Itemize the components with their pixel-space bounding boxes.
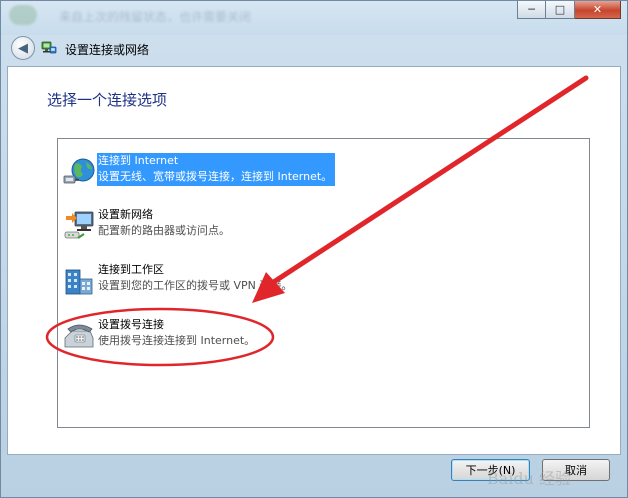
- option-description: 设置无线、宽带或拨号连接，连接到 Internet。: [98, 170, 333, 183]
- dialog-window: 来自上次的残留状态，也许需要关闭 ─ □ ✕ ◀ 设置连接或网络 选择一个连接选…: [0, 0, 628, 498]
- dialog-title: 设置连接或网络: [65, 43, 150, 57]
- option-description: 配置新的路由器或访问点。: [98, 224, 230, 237]
- option-setup-dialup[interactable]: 设置拨号连接 使用拨号连接连接到 Internet。: [58, 314, 589, 358]
- option-title: 设置新网络: [98, 208, 153, 221]
- router-network-icon: [64, 211, 94, 239]
- page-heading: 选择一个连接选项: [47, 91, 168, 109]
- blurred-title-text: 来自上次的残留状态，也许需要关闭: [59, 10, 252, 24]
- option-text: 连接到 Internet 设置无线、宽带或拨号连接，连接到 Internet。: [97, 153, 336, 186]
- back-button[interactable]: ◀: [11, 36, 35, 60]
- navigation-bar: ◀ 设置连接或网络: [7, 35, 621, 61]
- network-setup-icon: [41, 41, 57, 54]
- blurred-app-icon: [9, 5, 37, 25]
- option-text: 设置拨号连接 使用拨号连接连接到 Internet。: [98, 317, 255, 349]
- close-icon: ✕: [592, 3, 603, 16]
- option-new-network[interactable]: 设置新网络 配置新的路由器或访问点。: [58, 204, 589, 248]
- watermark: Baidu 经验: [487, 469, 572, 488]
- maximize-icon: □: [554, 3, 566, 16]
- option-title: 设置拨号连接: [98, 318, 164, 331]
- back-arrow-icon: ◀: [18, 40, 28, 56]
- maximize-button[interactable]: □: [546, 1, 575, 19]
- globe-network-icon: [63, 158, 95, 184]
- option-description: 使用拨号连接连接到 Internet。: [98, 334, 256, 347]
- close-button[interactable]: ✕: [575, 1, 621, 19]
- minimize-icon: ─: [528, 3, 535, 16]
- option-title: 连接到工作区: [98, 263, 164, 276]
- option-connect-internet[interactable]: 连接到 Internet 设置无线、宽带或拨号连接，连接到 Internet。: [58, 150, 589, 194]
- option-connect-workplace[interactable]: 连接到工作区 设置到您的工作区的拨号或 VPN 连接。: [58, 259, 589, 303]
- title-bar[interactable]: 来自上次的残留状态，也许需要关闭 ─ □ ✕: [1, 1, 627, 35]
- option-text: 连接到工作区 设置到您的工作区的拨号或 VPN 连接。: [98, 262, 292, 294]
- dialup-phone-icon: [64, 324, 94, 348]
- option-title: 连接到 Internet: [98, 154, 179, 167]
- workplace-building-icon: [65, 269, 93, 295]
- connection-option-list[interactable]: 连接到 Internet 设置无线、宽带或拨号连接，连接到 Internet。: [57, 138, 590, 428]
- window-controls: ─ □ ✕: [517, 1, 621, 19]
- content-area: 选择一个连接选项 连接到 Internet 设置无线、宽带或拨号连接，连接到 I…: [7, 66, 621, 455]
- option-text: 设置新网络 配置新的路由器或访问点。: [98, 207, 230, 239]
- option-description: 设置到您的工作区的拨号或 VPN 连接。: [98, 279, 293, 292]
- minimize-button[interactable]: ─: [517, 1, 546, 19]
